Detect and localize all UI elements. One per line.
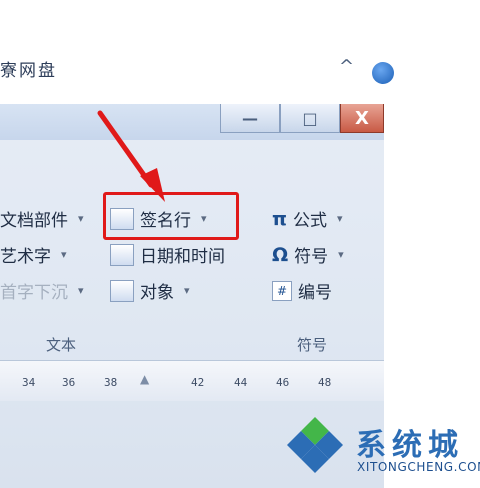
- drop-cap-label: 首字下沉: [0, 283, 68, 303]
- wordart-label: 艺术字: [0, 247, 51, 267]
- ruler-tick-label: 46: [276, 376, 290, 389]
- red-arrow-annotation: [97, 110, 165, 202]
- tab-network-drive[interactable]: 寮网盘: [0, 56, 57, 81]
- number-icon: #: [272, 280, 292, 301]
- calendar-icon: [110, 243, 134, 266]
- minimize-icon: —: [242, 108, 258, 128]
- collapse-ribbon-icon[interactable]: ^: [339, 56, 354, 77]
- maximize-button[interactable]: □: [280, 104, 340, 133]
- indent-marker-icon[interactable]: ▲: [140, 372, 149, 386]
- chevron-down-icon: ▾: [78, 212, 84, 225]
- ruler-tick-label: 34: [22, 376, 36, 389]
- object-button[interactable]: 对象 ▾: [110, 278, 190, 303]
- watermark-subtitle: XITONGCHENG.COM: [357, 460, 480, 474]
- equation-button[interactable]: π 公式 ▾: [272, 206, 343, 232]
- ruler-tick-label: 44: [234, 376, 248, 389]
- omega-icon: Ω: [272, 243, 289, 266]
- chevron-down-icon: ▾: [337, 212, 343, 225]
- ruler-tick-label: 42: [191, 376, 205, 389]
- number-label: 编号: [298, 283, 332, 303]
- ruler-tick-label: 36: [62, 376, 76, 389]
- wordart-button[interactable]: 艺术字 ▾: [0, 242, 67, 267]
- close-icon: X: [355, 107, 369, 129]
- object-icon: [110, 279, 134, 302]
- window-controls: — □ X: [220, 104, 384, 133]
- close-button[interactable]: X: [340, 104, 384, 133]
- symbol-button[interactable]: Ω 符号 ▾: [272, 242, 344, 268]
- symbol-label: 符号: [294, 247, 329, 267]
- xitongcheng-logo-icon: [287, 417, 343, 473]
- quick-parts-label: 文档部件: [0, 211, 68, 231]
- chevron-down-icon: ▾: [338, 248, 344, 261]
- maximize-icon: □: [302, 108, 318, 128]
- drop-cap-button[interactable]: 首字下沉 ▾: [0, 278, 84, 303]
- titlebar: — □ X: [0, 104, 384, 140]
- chevron-down-icon: ▾: [61, 248, 67, 261]
- watermark-title: 系统城: [356, 428, 464, 463]
- text-group-caption: 文本: [46, 336, 77, 354]
- ruler-tick-label: 38: [104, 376, 118, 389]
- help-icon[interactable]: [372, 62, 394, 84]
- pi-icon: π: [272, 207, 288, 230]
- date-time-button[interactable]: 日期和时间: [110, 242, 225, 267]
- equation-label: 公式: [293, 211, 328, 231]
- chevron-down-icon: ▾: [78, 284, 84, 297]
- ruler-tick-label: 48: [318, 376, 332, 389]
- object-label: 对象: [140, 283, 174, 303]
- date-time-label: 日期和时间: [140, 247, 225, 267]
- quick-parts-button[interactable]: 文档部件 ▾: [0, 206, 84, 231]
- minimize-button[interactable]: —: [220, 104, 280, 133]
- number-button[interactable]: # 编号: [272, 278, 332, 303]
- symbol-group-caption: 符号: [297, 336, 328, 354]
- chevron-down-icon: ▾: [184, 284, 190, 297]
